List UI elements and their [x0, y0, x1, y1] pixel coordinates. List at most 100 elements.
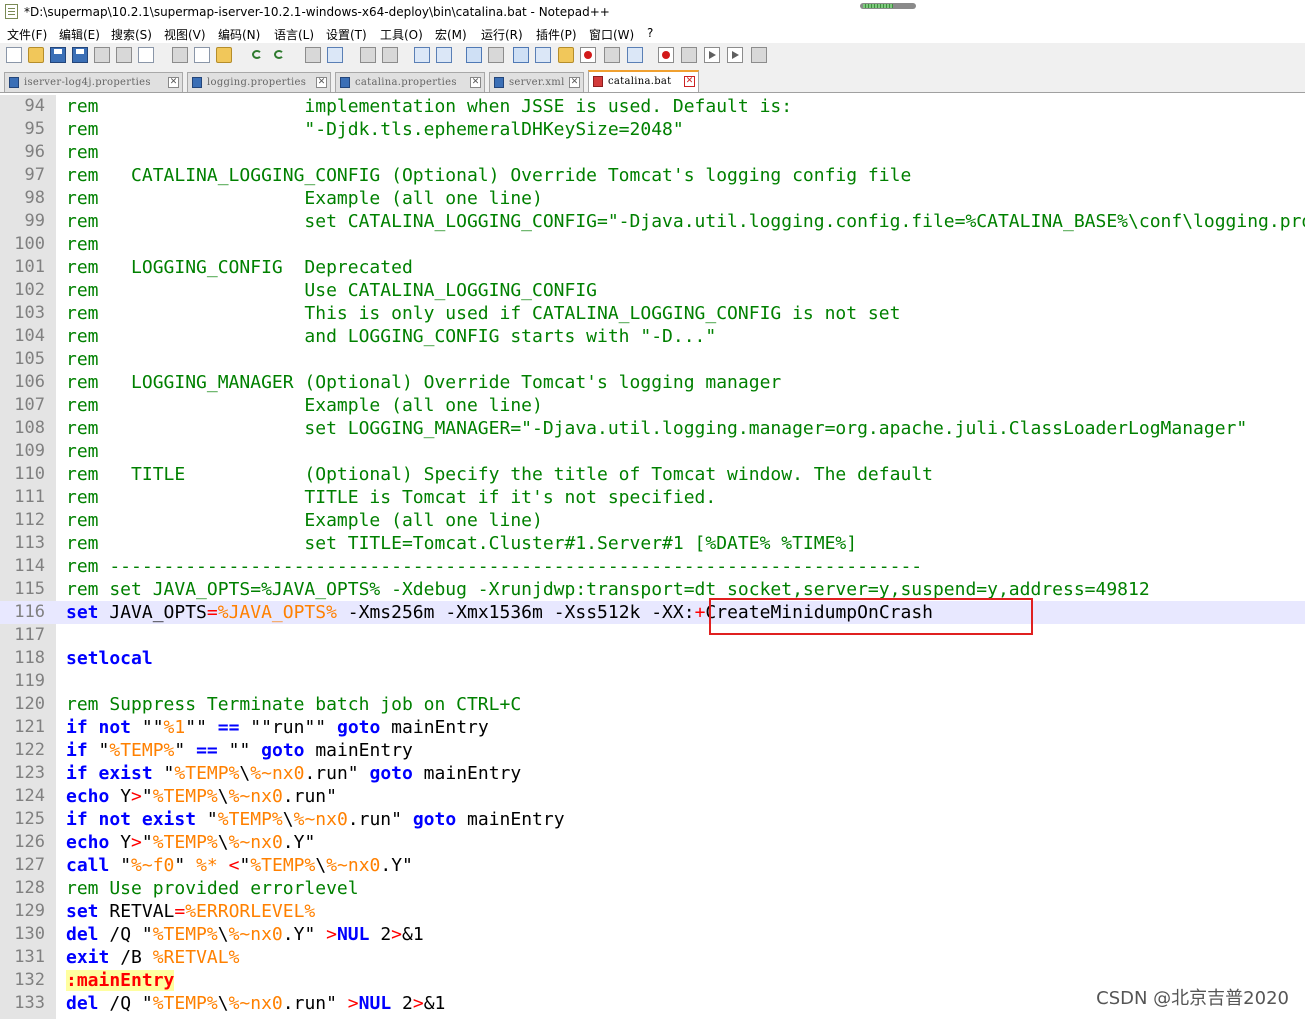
menu-edit[interactable]: 编辑(E): [59, 26, 100, 43]
code-token: mainEntry: [304, 740, 413, 761]
menu-encoding[interactable]: 编码(N): [218, 26, 260, 43]
menu-window[interactable]: 窗口(W): [589, 26, 634, 43]
code-line[interactable]: 127 call "%~f0" %* <"%TEMP%\%~nx0.Y": [0, 854, 1305, 877]
code-line[interactable]: 128 rem Use provided errorlevel: [0, 877, 1305, 900]
code-line[interactable]: 123 if exist "%TEMP%\%~nx0.run" goto main…: [0, 762, 1305, 785]
copy-icon[interactable]: [194, 47, 210, 63]
tab-logging-properties[interactable]: logging.properties ✕: [187, 72, 331, 92]
menu-help[interactable]: ?: [647, 26, 653, 40]
menu-macro[interactable]: 宏(M): [435, 26, 467, 43]
user-language-icon[interactable]: [535, 47, 551, 63]
code-line[interactable]: 115 rem set JAVA_OPTS=%JAVA_OPTS% -Xdebug…: [0, 578, 1305, 601]
menu-tools[interactable]: 工具(O): [380, 26, 423, 43]
code-line[interactable]: 125 if not exist "%TEMP%\%~nx0.run" goto …: [0, 808, 1305, 831]
record-macro-icon[interactable]: [658, 47, 674, 63]
print-icon[interactable]: [138, 47, 154, 63]
code-line[interactable]: 114 rem ---------------------------------…: [0, 555, 1305, 578]
monitoring-icon[interactable]: [627, 47, 643, 63]
cut-icon[interactable]: [172, 47, 188, 63]
menu-file[interactable]: 文件(F): [7, 26, 47, 43]
code-line[interactable]: 100 rem: [0, 233, 1305, 256]
code-line[interactable]: 95 rem "-Djdk.tls.ephemeralDHKeySize=2048…: [0, 118, 1305, 141]
code-line[interactable]: 116 set JAVA_OPTS=%JAVA_OPTS% -Xms256m -X…: [0, 601, 1305, 624]
paste-icon[interactable]: [216, 47, 232, 63]
word-wrap-icon[interactable]: [466, 47, 482, 63]
code-line[interactable]: 131 exit /B %RETVAL%: [0, 946, 1305, 969]
close-all-icon[interactable]: [116, 47, 132, 63]
save-icon[interactable]: [50, 47, 66, 63]
tab-server-xml[interactable]: server.xml ✕: [489, 72, 584, 92]
play-macro-icon[interactable]: [704, 47, 720, 63]
code-line[interactable]: 102 rem Use CATALINA_LOGGING_CONFIG: [0, 279, 1305, 302]
zoom-out-icon[interactable]: [382, 47, 398, 63]
close-icon[interactable]: ✕: [316, 77, 327, 88]
tab-catalina-properties[interactable]: catalina.properties ✕: [335, 72, 485, 92]
menu-view[interactable]: 视图(V): [164, 26, 206, 43]
code-line[interactable]: 120 rem Suppress Terminate batch job on C…: [0, 693, 1305, 716]
close-file-icon[interactable]: [94, 47, 110, 63]
line-number: 124: [14, 786, 45, 806]
menu-plugins[interactable]: 插件(P): [536, 26, 577, 43]
new-file-icon[interactable]: [6, 47, 22, 63]
close-icon[interactable]: ✕: [569, 77, 580, 88]
show-all-chars-icon[interactable]: [488, 47, 504, 63]
code-token: ": [239, 855, 251, 876]
code-text: if not exist "%TEMP%\%~nx0.run" goto mai…: [66, 808, 565, 831]
code-line[interactable]: 98 rem Example (all one line): [0, 187, 1305, 210]
code-line[interactable]: 118 setlocal: [0, 647, 1305, 670]
run-macro-multiple-icon[interactable]: [727, 47, 743, 63]
function-list-icon[interactable]: [580, 47, 596, 63]
find-icon[interactable]: [305, 47, 321, 63]
code-token: ": [174, 740, 197, 761]
code-token: %TEMP%: [109, 740, 175, 761]
code-line[interactable]: 117: [0, 624, 1305, 647]
redo-icon[interactable]: [272, 47, 288, 63]
code-line[interactable]: 119: [0, 670, 1305, 693]
open-file-icon[interactable]: [28, 47, 44, 63]
sync-vertical-icon[interactable]: [414, 47, 430, 63]
code-line[interactable]: 97 rem CATALINA_LOGGING_CONFIG (Optional)…: [0, 164, 1305, 187]
undo-icon[interactable]: [250, 47, 266, 63]
close-icon[interactable]: ✕: [168, 77, 179, 88]
code-line[interactable]: 113 rem set TITLE=Tomcat.Cluster#1.Server…: [0, 532, 1305, 555]
menu-search[interactable]: 搜索(S): [111, 26, 152, 43]
code-line[interactable]: 129 set RETVAL=%ERRORLEVEL%: [0, 900, 1305, 923]
code-line[interactable]: 99 rem set CATALINA_LOGGING_CONFIG="-Djav…: [0, 210, 1305, 233]
menu-run[interactable]: 运行(R): [481, 26, 523, 43]
code-line[interactable]: 104 rem and LOGGING_CONFIG starts with "-…: [0, 325, 1305, 348]
save-all-icon[interactable]: [72, 47, 88, 63]
code-line[interactable]: 105 rem: [0, 348, 1305, 371]
code-line[interactable]: 126 echo Y>"%TEMP%\%~nx0.Y": [0, 831, 1305, 854]
save-macro-icon[interactable]: [751, 47, 767, 63]
code-editor[interactable]: 94 rem implementation when JSSE is used. …: [0, 95, 1305, 1019]
zoom-in-icon[interactable]: [360, 47, 376, 63]
tab-iserver-log4j[interactable]: iserver-log4j.properties ✕: [4, 72, 183, 92]
code-line[interactable]: 106 rem LOGGING_MANAGER (Optional) Overri…: [0, 371, 1305, 394]
document-map-icon[interactable]: [558, 47, 574, 63]
code-line[interactable]: 109 rem: [0, 440, 1305, 463]
code-line[interactable]: 94 rem implementation when JSSE is used. …: [0, 95, 1305, 118]
code-line[interactable]: 108 rem set LOGGING_MANAGER="-Djava.util.…: [0, 417, 1305, 440]
code-line[interactable]: 103 rem This is only used if CATALINA_LOG…: [0, 302, 1305, 325]
stop-record-icon[interactable]: [681, 47, 697, 63]
code-line[interactable]: 111 rem TITLE is Tomcat if it's not speci…: [0, 486, 1305, 509]
tab-catalina-bat[interactable]: catalina.bat ✕: [588, 70, 699, 92]
code-line[interactable]: 101 rem LOGGING_CONFIG Deprecated: [0, 256, 1305, 279]
code-line[interactable]: 130 del /Q "%TEMP%\%~nx0.Y" >NUL 2>&1: [0, 923, 1305, 946]
code-line[interactable]: 122 if "%TEMP%" == "" goto mainEntry: [0, 739, 1305, 762]
code-line[interactable]: 96 rem: [0, 141, 1305, 164]
menu-settings[interactable]: 设置(T): [326, 26, 367, 43]
indent-guide-icon[interactable]: [513, 47, 529, 63]
close-icon[interactable]: ✕: [684, 76, 695, 87]
code-line[interactable]: 110 rem TITLE (Optional) Specify the titl…: [0, 463, 1305, 486]
sync-horizontal-icon[interactable]: [436, 47, 452, 63]
code-line[interactable]: 124 echo Y>"%TEMP%\%~nx0.run": [0, 785, 1305, 808]
code-line[interactable]: 121 if not ""%1"" == ""run"" goto mainEnt…: [0, 716, 1305, 739]
code-line[interactable]: 107 rem Example (all one line): [0, 394, 1305, 417]
menu-language[interactable]: 语言(L): [274, 26, 314, 43]
code-token: ": [141, 786, 153, 807]
replace-icon[interactable]: [327, 47, 343, 63]
code-line[interactable]: 112 rem Example (all one line): [0, 509, 1305, 532]
folder-workspace-icon[interactable]: [604, 47, 620, 63]
close-icon[interactable]: ✕: [470, 77, 481, 88]
